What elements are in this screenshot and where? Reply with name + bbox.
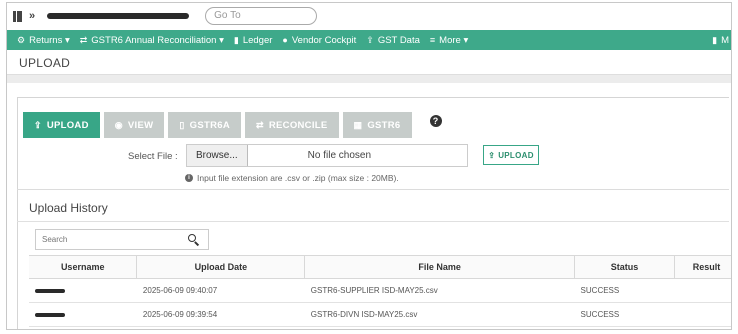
column-header-file-name[interactable]: File Name: [304, 255, 576, 279]
goto-input[interactable]: Go To: [205, 7, 318, 25]
info-icon: i: [185, 174, 193, 182]
upload-date-cell: 2025-06-09 09:39:54: [136, 302, 305, 327]
nav-gst-data[interactable]: ⇪ GST Data: [366, 35, 420, 46]
result-cell: [674, 302, 731, 327]
browse-button[interactable]: Browse...: [187, 145, 248, 166]
upload-icon: ⇪: [34, 119, 42, 130]
tab-reconcile[interactable]: ⇄ RECONCILE: [245, 112, 339, 138]
column-header-username[interactable]: Username: [29, 255, 138, 279]
upload-date-cell: 2025-06-09 09:40:07: [136, 278, 305, 303]
nav-returns[interactable]: ⚙ Returns ▾: [17, 35, 70, 46]
nav-returns-label: Returns ▾: [29, 34, 70, 46]
tab-reconcile-label: RECONCILE: [268, 119, 328, 131]
vendor-icon: ●: [282, 35, 288, 45]
nav-right-label: M: [721, 34, 729, 46]
redacted-username: [35, 288, 65, 293]
nav-vendor-label: Vendor Cockpit: [291, 34, 357, 46]
divider: [17, 189, 729, 190]
tab-gstr6a-label: GSTR6A: [189, 119, 231, 131]
file-input[interactable]: Browse... No file chosen: [186, 144, 468, 167]
nav-ledger[interactable]: ▮ Ledger: [234, 35, 273, 46]
table-header-row: Username Upload Date File Name Status Re…: [29, 255, 731, 279]
nav-more[interactable]: ≡ More ▾: [430, 35, 468, 46]
column-header-status[interactable]: Status: [574, 255, 675, 279]
search-input[interactable]: [36, 230, 188, 249]
menu-icon: ≡: [429, 35, 436, 45]
upload-button-label: UPLOAD: [498, 150, 534, 160]
settings-icon: ⚙: [17, 34, 26, 45]
tab-upload-label: UPLOAD: [46, 119, 89, 131]
divider: [7, 74, 731, 83]
column-header-result[interactable]: Result: [674, 255, 731, 279]
result-cell: [674, 278, 731, 303]
username-cell: [29, 278, 137, 303]
search-icon[interactable]: [188, 233, 200, 246]
file-hint-text: Input file extension are .csv or .zip (m…: [197, 173, 399, 183]
tab-gstr6-label: GSTR6: [367, 119, 401, 131]
column-header-upload-date[interactable]: Upload Date: [136, 255, 306, 279]
nav-gstr6-label: GSTR6 Annual Reconciliation ▾: [91, 34, 224, 46]
divider: [17, 221, 729, 222]
select-file-label: Select File :: [128, 151, 178, 162]
exchange-icon: ⇄: [256, 119, 264, 130]
app-window: » Go To ⚙ Returns ▾ ⇄ GSTR6 Annual Recon…: [6, 2, 732, 330]
main-nav: ⚙ Returns ▾ ⇄ GSTR6 Annual Reconciliatio…: [7, 30, 731, 50]
file-icon: ▯: [179, 119, 185, 130]
eye-icon: ◉: [114, 119, 123, 130]
username-cell: [29, 302, 137, 327]
table-row: 2025-06-09 09:39:54 GSTR6-DIVN ISD-MAY25…: [29, 302, 731, 327]
nav-gst-data-label: GST Data: [377, 34, 420, 46]
nav-right-item[interactable]: ▮ M: [712, 30, 731, 50]
file-name-cell: GSTR6-DIVN ISD-MAY25.csv: [304, 302, 575, 327]
grid-icon: ▦: [353, 119, 363, 130]
breadcrumb-separator-icon: »: [29, 10, 36, 22]
nav-gstr6-annual-reconciliation[interactable]: ⇄ GSTR6 Annual Reconciliation ▾: [80, 35, 224, 46]
breadcrumb-bar: » Go To: [7, 3, 731, 29]
status-cell: SUCCESS: [574, 302, 675, 327]
nav-ledger-label: Ledger: [242, 34, 273, 46]
table-row: 2025-06-09 09:40:07 GSTR6-SUPPLIER ISD-M…: [29, 278, 731, 303]
file-hint: i Input file extension are .csv or .zip …: [185, 173, 399, 183]
upload-icon: ⇪: [488, 150, 496, 160]
upload-icon: ⇪: [366, 34, 374, 45]
redacted-breadcrumb: [47, 13, 190, 19]
help-icon[interactable]: ?: [429, 115, 442, 127]
tab-gstr6[interactable]: ▦ GSTR6: [342, 112, 412, 138]
nav-more-label: More ▾: [439, 34, 469, 46]
status-cell: SUCCESS: [574, 278, 675, 303]
upload-button[interactable]: ⇪ UPLOAD: [483, 145, 539, 165]
page-title: UPLOAD: [19, 56, 71, 70]
upload-history-table: Username Upload Date File Name Status Re…: [29, 255, 731, 327]
tab-view[interactable]: ◉ VIEW: [103, 112, 165, 138]
tab-upload[interactable]: ⇪ UPLOAD: [23, 112, 100, 138]
file-name-cell: GSTR6-SUPPLIER ISD-MAY25.csv: [304, 278, 575, 303]
ledger-icon: ▮: [233, 34, 239, 45]
home-icon[interactable]: [13, 10, 22, 22]
file-icon: ▮: [712, 34, 718, 45]
no-file-text: No file chosen: [307, 150, 372, 161]
upload-history-title: Upload History: [29, 201, 108, 215]
exchange-icon: ⇄: [79, 34, 88, 45]
redacted-username: [35, 312, 65, 317]
tab-view-label: VIEW: [127, 119, 154, 131]
nav-vendor-cockpit[interactable]: ● Vendor Cockpit: [282, 35, 356, 46]
tab-gstr6a[interactable]: ▯ GSTR6A: [168, 112, 242, 138]
search-box: [35, 229, 209, 250]
tab-bar: ⇪ UPLOAD ◉ VIEW ▯ GSTR6A ⇄ RECONCILE ▦ G…: [23, 112, 442, 138]
